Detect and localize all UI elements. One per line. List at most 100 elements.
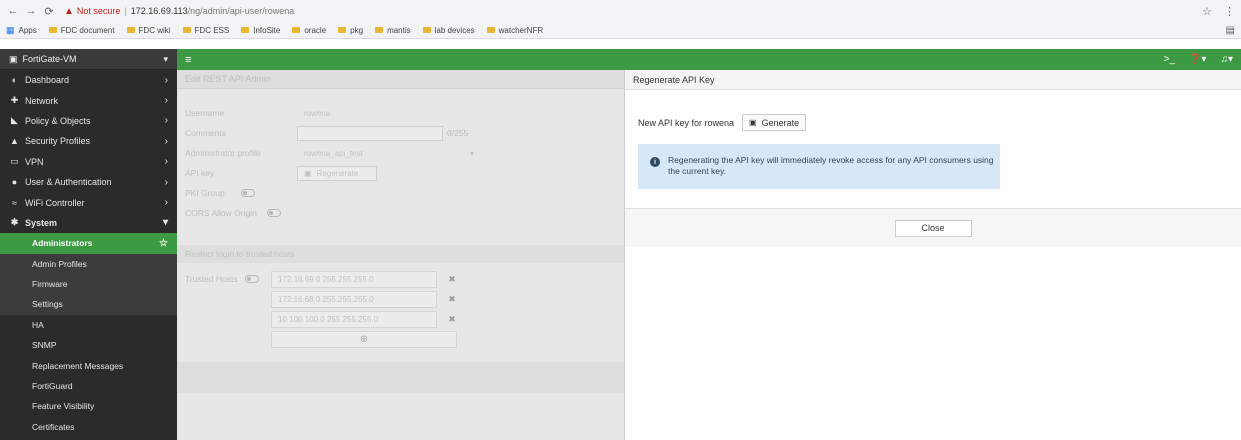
security-warning[interactable]: ▲ Not secure xyxy=(64,6,120,17)
chevron-down-icon: ▾ xyxy=(162,217,168,229)
info-message: i Regenerating the API key will immediat… xyxy=(638,144,1000,189)
reload-icon[interactable]: ⟳ xyxy=(42,4,56,18)
remove-icon[interactable]: ✖ xyxy=(443,274,461,285)
host-field[interactable]: 10.100.100.0 255.255.255.0 xyxy=(271,310,437,328)
bookmark-fdc-wiki[interactable]: FDC wiki xyxy=(126,26,171,35)
regenerate-button[interactable]: ▣ Regenerate xyxy=(297,165,377,181)
device-selector[interactable]: ▣ FortiGate-VM ▾ xyxy=(0,49,177,70)
address-bar[interactable]: 172.16.69.113/ng/admin/api-user/rowena xyxy=(131,6,294,16)
bookmarks-bar: ▦ Apps FDC document FDC wiki FDC ESS Info… xyxy=(0,22,1241,39)
remove-icon[interactable]: ✖ xyxy=(443,294,461,305)
folder-icon xyxy=(241,27,250,33)
comments-label: Comments xyxy=(185,128,227,138)
user-icon: ● xyxy=(11,177,18,188)
sidebar-item-system[interactable]: ✱ System ▾ xyxy=(0,213,177,233)
device-name: FortiGate-VM xyxy=(22,54,77,64)
trusted-toggle[interactable] xyxy=(245,275,259,283)
profile-label: Administrator profile xyxy=(185,148,261,158)
add-host-button[interactable]: ⊕ xyxy=(271,330,457,348)
sidebar-item-administrators[interactable]: Administrators ☆ xyxy=(0,233,177,254)
sidebar-item-ha[interactable]: HA xyxy=(0,314,177,336)
sidebar-item-snmp[interactable]: SNMP xyxy=(0,335,177,356)
sidebar-item-certificates[interactable]: Certificates xyxy=(0,416,177,438)
panel-title: Edit REST API Admin xyxy=(177,70,624,89)
hamburger-menu-icon[interactable]: ≡ xyxy=(185,54,191,66)
bookmark-watchernfr[interactable]: watcherNFR xyxy=(486,26,543,35)
sidebar-item-network[interactable]: ✚ Network › xyxy=(0,90,177,110)
bookmark-oracle[interactable]: oracle xyxy=(292,26,326,35)
bookmark-lab-devices[interactable]: lab devices xyxy=(422,26,475,35)
trusted-host-row: 10.100.100.0 255.255.255.0 ✖ xyxy=(185,309,624,329)
api-key-row: New API key for rowena ▣ Generate xyxy=(638,114,1241,131)
cors-toggle[interactable] xyxy=(267,209,281,217)
chevron-right-icon: › xyxy=(164,135,168,147)
apikey-label: API key xyxy=(185,168,215,178)
dialog-footer: Close xyxy=(625,208,1241,247)
wifi-icon: ≈ xyxy=(12,197,17,208)
regenerate-api-key-dialog: Regenerate API Key New API key for rowen… xyxy=(624,70,1241,440)
other-bookmarks-icon[interactable]: ▤ xyxy=(1226,25,1235,36)
sidebar-item-vpn[interactable]: ▭ VPN › xyxy=(0,152,177,172)
gear-icon: ✱ xyxy=(10,217,19,228)
pki-toggle[interactable] xyxy=(241,189,255,197)
bookmark-mantis[interactable]: mantis xyxy=(375,26,411,35)
sidebar-item-admin-profiles[interactable]: Admin Profiles xyxy=(0,253,177,274)
host-field[interactable]: 172.16.68.0 255.255.255.0 xyxy=(271,290,437,308)
chevron-down-icon: ▾ xyxy=(469,148,474,158)
warning-icon: ▲ xyxy=(64,5,74,17)
bookmark-infosite[interactable]: InfoSite xyxy=(241,26,280,35)
trusted-hosts: Trusted Hosts 172.16.69.0 255.255.255.0 … xyxy=(177,263,624,349)
sidebar-item-user-authentication[interactable]: ● User & Authentication › xyxy=(0,172,177,192)
comments-field[interactable] xyxy=(297,125,443,141)
bookmark-fdc-document[interactable]: FDC document xyxy=(48,26,115,35)
username-row: Username rowena xyxy=(185,103,624,123)
bookmark-apps[interactable]: ▦ Apps xyxy=(6,25,37,36)
cors-label: CORS Allow Origin xyxy=(185,208,257,218)
top-bar: ≡ >_ ❓▾ ♫▾ xyxy=(177,49,1241,70)
sidebar-item-security-profiles[interactable]: ▲ Security Profiles › xyxy=(0,131,177,151)
star-bookmark-icon[interactable]: ☆ xyxy=(1202,5,1212,18)
bookmark-fdc-ess[interactable]: FDC ESS xyxy=(182,26,229,35)
sidebar-item-fortiguard[interactable]: FortiGuard xyxy=(0,375,177,397)
sidebar-item-settings[interactable]: Settings xyxy=(0,294,177,315)
trusted-host-row: Trusted Hosts 172.16.69.0 255.255.255.0 … xyxy=(185,269,624,289)
profile-select[interactable]: rowena_api_test ▾ xyxy=(297,146,481,161)
folder-icon xyxy=(126,27,135,33)
browser-toolbar: ← → ⟳ ▲ Not secure | 172.16.69.113/ng/ad… xyxy=(0,0,1241,22)
cors-row: CORS Allow Origin xyxy=(185,203,624,223)
comments-row: Comments 0/255 xyxy=(185,123,624,143)
forward-icon[interactable]: → xyxy=(24,4,38,18)
host-field[interactable]: 172.16.69.0 255.255.255.0 xyxy=(271,270,437,288)
generate-button[interactable]: ▣ Generate xyxy=(742,114,807,131)
info-icon: i xyxy=(650,157,660,167)
folder-icon xyxy=(375,27,384,33)
sidebar-item-policy-objects[interactable]: ◣ Policy & Objects › xyxy=(0,111,177,131)
notification-bell-icon[interactable]: ♫▾ xyxy=(1220,54,1233,65)
help-icon[interactable]: ❓▾ xyxy=(1189,54,1206,65)
dashboard-icon: ◐ xyxy=(11,75,18,86)
sidebar-item-replacement-messages[interactable]: Replacement Messages xyxy=(0,355,177,376)
star-icon[interactable]: ☆ xyxy=(159,238,168,249)
device-icon: ▣ xyxy=(9,53,18,64)
security-label: Not secure xyxy=(76,6,121,16)
url-separator: | xyxy=(124,6,127,16)
network-icon: ✚ xyxy=(10,95,19,106)
apikey-row: API key ▣ Regenerate xyxy=(185,163,624,183)
chevron-right-icon: › xyxy=(164,115,168,127)
sidebar-item-dashboard[interactable]: ◐ Dashboard › xyxy=(0,70,177,90)
folder-icon xyxy=(486,27,495,33)
chevron-right-icon: › xyxy=(164,74,168,86)
bookmark-pkg[interactable]: pkg xyxy=(338,26,363,35)
policy-icon: ◣ xyxy=(11,115,18,126)
sidebar-item-firmware[interactable]: Firmware xyxy=(0,273,177,295)
menu-icon[interactable]: ⋮ xyxy=(1224,5,1235,18)
close-button[interactable]: Close xyxy=(894,219,972,237)
trusted-label: Trusted Hosts xyxy=(185,274,238,284)
lock-icon: ▣ xyxy=(304,168,312,178)
cli-console-icon[interactable]: >_ xyxy=(1164,54,1175,65)
back-icon[interactable]: ← xyxy=(6,4,20,18)
edit-admin-panel: Edit REST API Admin Username rowena Comm… xyxy=(177,70,624,440)
sidebar-item-feature-visibility[interactable]: Feature Visibility xyxy=(0,396,177,417)
sidebar-item-wifi-controller[interactable]: ≈ WiFi Controller › xyxy=(0,192,177,212)
remove-icon[interactable]: ✖ xyxy=(443,314,461,325)
